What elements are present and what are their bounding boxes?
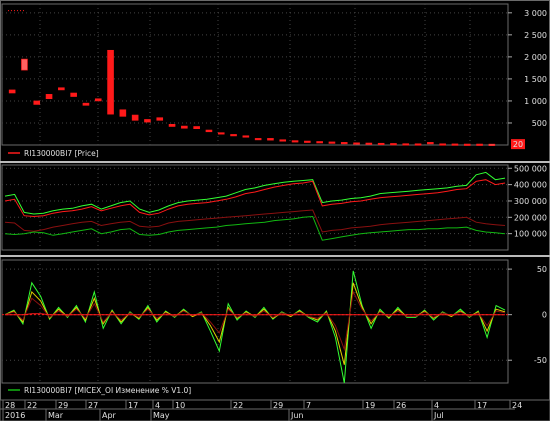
y-tick-label: 100 000 [514, 230, 547, 239]
x-month-label: Jun [290, 411, 304, 420]
price-candle [427, 142, 434, 145]
price-candle [353, 142, 360, 145]
y-tick-label: 500 [532, 119, 547, 128]
price-candle [279, 139, 287, 142]
series-line-yellow [4, 282, 506, 365]
price-candle [254, 138, 262, 141]
x-day-label: 19 [365, 401, 375, 410]
y-tick-label: 1 500 [524, 75, 547, 84]
series-line-price [4, 179, 506, 218]
price-candle [8, 89, 16, 94]
price-candle [144, 119, 151, 123]
x-day-label: 4 [434, 401, 439, 410]
x-month-label: 2016 [5, 411, 25, 420]
price-candle [488, 143, 496, 146]
x-month-label: Mar [48, 411, 64, 420]
y-tick-label: 2 500 [524, 31, 547, 40]
price-candle [33, 100, 41, 105]
price-candle [291, 140, 299, 143]
series-line-green_bright [4, 270, 506, 384]
price-candle [267, 138, 274, 141]
y-tick-label: 200 000 [514, 213, 547, 222]
price-candle [58, 87, 65, 91]
price-candle [131, 114, 139, 121]
x-day-label: 29 [273, 401, 283, 410]
price-candle [451, 143, 459, 146]
x-day-label: 4 [155, 401, 160, 410]
x-day-label: 24 [512, 401, 522, 410]
price-candle [304, 140, 311, 143]
legend-price: RI130000BI7 [Price] [24, 149, 99, 158]
panel-frame-3 [1, 259, 509, 384]
x-day-label: 26 [396, 401, 406, 410]
price-candle [217, 132, 225, 135]
price-candle [230, 134, 237, 137]
chart-window: 3 000 2 500 2 000 1 500 1 000 500 500 000 400 0… [0, 0, 550, 421]
price-candle [414, 143, 422, 146]
price-candle [476, 143, 483, 146]
price-candle [107, 49, 114, 115]
y-tick-label: 2 000 [524, 53, 547, 62]
price-candle [439, 143, 446, 146]
x-day-label: 28 [5, 401, 15, 410]
price-candle [328, 141, 336, 144]
legend-oi: RI130000BI7 [MICEX_OI Изменение % V1.0] [24, 386, 191, 395]
price-candle [205, 129, 213, 133]
y-tick-label: 1 000 [524, 97, 547, 106]
price-candle [70, 92, 77, 97]
series-line-darkred [4, 290, 506, 352]
price-candle [45, 94, 53, 100]
x-day-label: 29 [58, 401, 68, 410]
price-candle [21, 58, 28, 71]
x-day-label: 17 [477, 401, 487, 410]
price-candle [402, 143, 410, 146]
y-tick-label: 500 000 [514, 164, 547, 173]
y-tick-label: 0 [542, 311, 547, 320]
current-value-label: 20 [513, 140, 523, 149]
price-candle [377, 142, 385, 146]
x-day-label: 17 [128, 401, 138, 410]
price-candle [340, 142, 348, 145]
price-candle [94, 98, 102, 102]
price-candle [119, 109, 127, 117]
price-candle [390, 143, 397, 146]
price-candle [242, 135, 250, 138]
panel-frame-2 [1, 164, 509, 251]
x-day-label: 22 [27, 401, 37, 410]
price-candle [463, 143, 471, 146]
price-candle [316, 141, 323, 144]
price-candle [156, 117, 164, 121]
panel-frame-1 [1, 3, 509, 146]
x-month-label: Jul [433, 411, 444, 420]
y-tick-label: -50 [534, 356, 547, 365]
x-month-label: May [153, 411, 170, 420]
y-tick-label: 400 000 [514, 181, 547, 190]
price-candle [365, 142, 373, 145]
y-tick-label: 50 [537, 265, 547, 274]
price-candle [82, 102, 90, 106]
price-candle [168, 123, 176, 127]
x-day-label: 10 [175, 401, 185, 410]
price-candle [193, 126, 200, 129]
x-day-label: 27 [88, 401, 98, 410]
x-day-label: 22 [233, 401, 243, 410]
y-tick-label: 3 000 [524, 9, 547, 18]
x-day-label: 7 [306, 401, 311, 410]
y-tick-label: 300 000 [514, 197, 547, 206]
price-candle [181, 125, 188, 129]
x-month-label: Apr [102, 411, 117, 420]
chart-canvas: 3 0002 5002 0001 5001 000500500 000400 0… [0, 0, 550, 421]
